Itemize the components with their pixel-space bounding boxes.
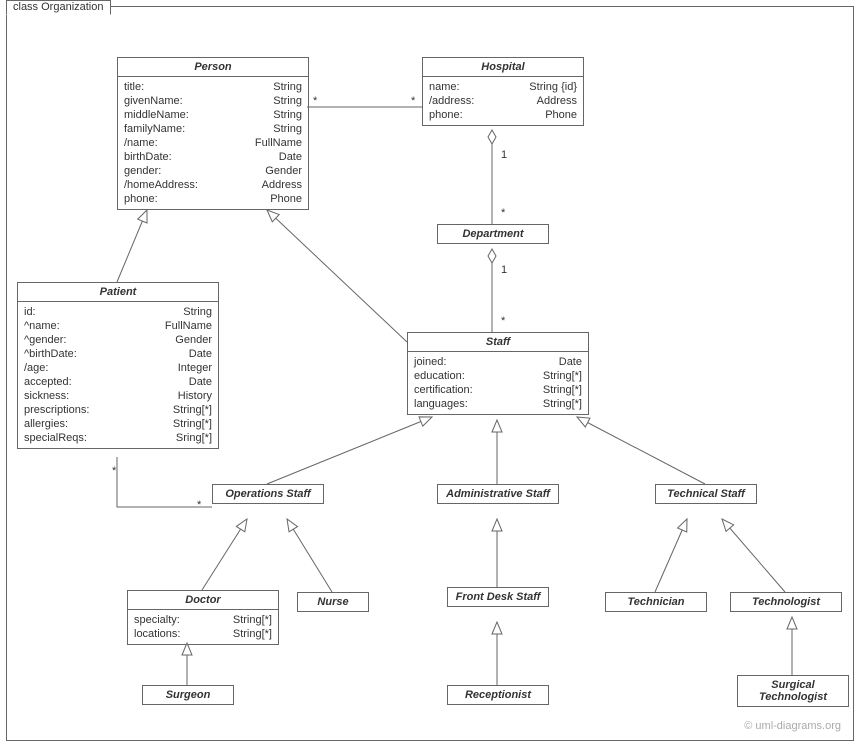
class-admin-staff: Administrative Staff (437, 484, 559, 504)
attr-row: education:String[*] (414, 369, 582, 383)
attr-row: gender:Gender (124, 164, 302, 178)
class-patient: Patient id:String^name:FullName^gender:G… (17, 282, 219, 449)
attr-row: prescriptions:String[*] (24, 403, 212, 417)
attr-row: middleName:String (124, 108, 302, 122)
class-admin-staff-name: Administrative Staff (438, 485, 558, 503)
class-nurse: Nurse (297, 592, 369, 612)
class-technician-name: Technician (606, 593, 706, 611)
class-doctor-attrs: specialty:String[*]locations:String[*] (128, 610, 278, 644)
mult-person-hospital-left: * (313, 95, 317, 107)
attr-row: sickness:History (24, 389, 212, 403)
mult-patient-ops-right: * (197, 499, 201, 511)
attr-row: /homeAddress:Address (124, 178, 302, 192)
class-department-name: Department (438, 225, 548, 243)
class-frontdesk: Front Desk Staff (447, 587, 549, 607)
attr-row: ^name:FullName (24, 319, 212, 333)
credit: © uml-diagrams.org (744, 720, 841, 732)
mult-dept-staff-bottom: * (501, 315, 505, 327)
class-person-name: Person (118, 58, 308, 77)
class-doctor-name: Doctor (128, 591, 278, 610)
attr-row: /age:Integer (24, 361, 212, 375)
attr-row: phone:Phone (429, 108, 577, 122)
attr-row: certification:String[*] (414, 383, 582, 397)
class-tech-staff: Technical Staff (655, 484, 757, 504)
attr-row: accepted:Date (24, 375, 212, 389)
class-tech-staff-name: Technical Staff (656, 485, 756, 503)
mult-hospital-dept-bottom: * (501, 207, 505, 219)
attr-row: phone:Phone (124, 192, 302, 206)
class-operations-staff-name: Operations Staff (213, 485, 323, 503)
class-surgeon-name: Surgeon (143, 686, 233, 704)
mult-person-hospital-right: * (411, 95, 415, 107)
attr-row: specialty:String[*] (134, 613, 272, 627)
attr-row: familyName:String (124, 122, 302, 136)
attr-row: title:String (124, 80, 302, 94)
attr-row: specialReqs:Sring[*] (24, 431, 212, 445)
class-patient-name: Patient (18, 283, 218, 302)
class-person: Person title:StringgivenName:Stringmiddl… (117, 57, 309, 210)
attr-row: ^gender:Gender (24, 333, 212, 347)
class-doctor: Doctor specialty:String[*]locations:Stri… (127, 590, 279, 645)
class-patient-attrs: id:String^name:FullName^gender:Gender^bi… (18, 302, 218, 448)
diagram-frame: class Organization Person title:Stringgi… (0, 0, 860, 747)
class-receptionist-name: Receptionist (448, 686, 548, 704)
mult-patient-ops-left: * (112, 465, 116, 477)
class-surgeon: Surgeon (142, 685, 234, 705)
class-surg-tech: Surgical Technologist (737, 675, 849, 707)
class-staff-name: Staff (408, 333, 588, 352)
attr-row: languages:String[*] (414, 397, 582, 411)
class-staff: Staff joined:Dateeducation:String[*]cert… (407, 332, 589, 415)
class-surg-tech-name: Surgical Technologist (738, 676, 848, 706)
class-technologist-name: Technologist (731, 593, 841, 611)
class-frontdesk-name: Front Desk Staff (448, 588, 548, 606)
attr-row: /name:FullName (124, 136, 302, 150)
class-technologist: Technologist (730, 592, 842, 612)
attr-row: id:String (24, 305, 212, 319)
class-hospital-attrs: name:String {id}/address:Addressphone:Ph… (423, 77, 583, 125)
class-technician: Technician (605, 592, 707, 612)
class-operations-staff: Operations Staff (212, 484, 324, 504)
class-person-attrs: title:StringgivenName:StringmiddleName:S… (118, 77, 308, 209)
diagram-title: class Organization (6, 0, 111, 15)
attr-row: /address:Address (429, 94, 577, 108)
attr-row: joined:Date (414, 355, 582, 369)
attr-row: givenName:String (124, 94, 302, 108)
class-hospital-name: Hospital (423, 58, 583, 77)
mult-dept-staff-top: 1 (501, 264, 507, 276)
class-staff-attrs: joined:Dateeducation:String[*]certificat… (408, 352, 588, 414)
class-department: Department (437, 224, 549, 244)
attr-row: allergies:String[*] (24, 417, 212, 431)
class-receptionist: Receptionist (447, 685, 549, 705)
attr-row: name:String {id} (429, 80, 577, 94)
mult-hospital-dept-top: 1 (501, 149, 507, 161)
attr-row: ^birthDate:Date (24, 347, 212, 361)
class-nurse-name: Nurse (298, 593, 368, 611)
attr-row: locations:String[*] (134, 627, 272, 641)
attr-row: birthDate:Date (124, 150, 302, 164)
diagram-outer-box: class Organization Person title:Stringgi… (6, 6, 854, 741)
class-hospital: Hospital name:String {id}/address:Addres… (422, 57, 584, 126)
